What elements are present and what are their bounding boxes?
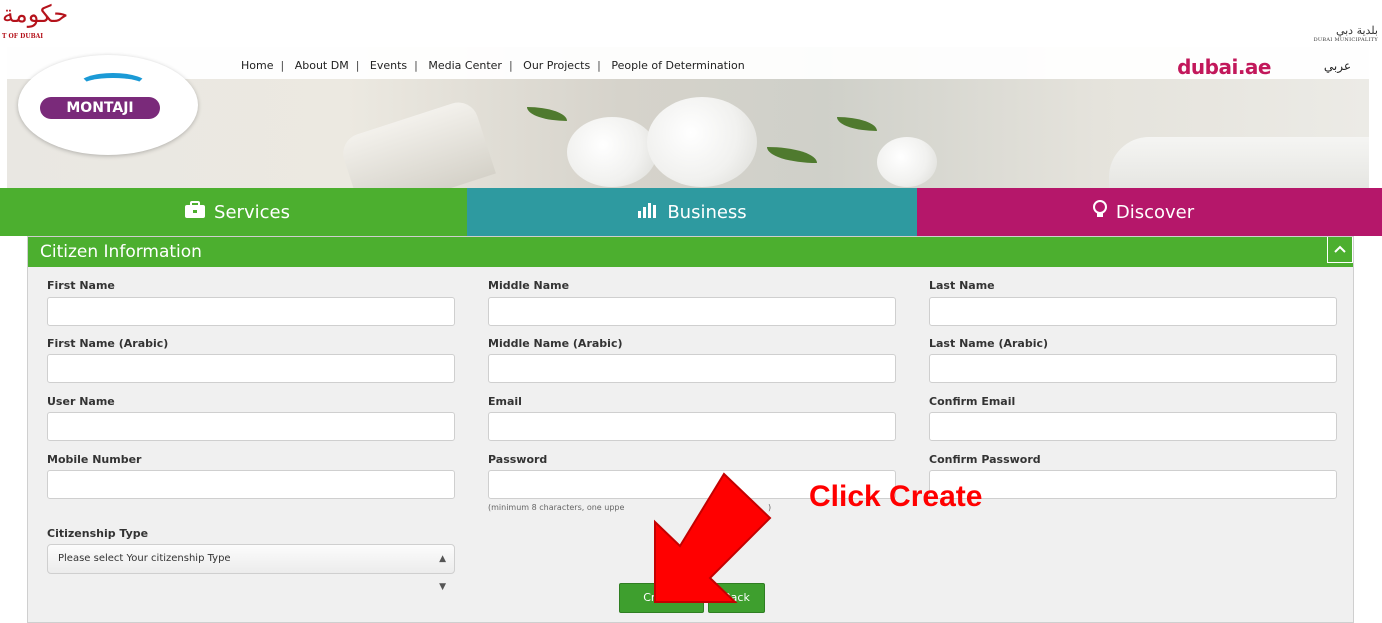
montaji-wordmark: MONTAJI [40, 97, 160, 119]
mobile-number-label: Mobile Number [47, 453, 142, 466]
nav-events[interactable]: Events [370, 59, 407, 72]
lightbulb-icon [1092, 199, 1108, 225]
tab-services[interactable]: Services [7, 188, 467, 236]
banner-flower-decoration [877, 137, 937, 187]
nav-media-center[interactable]: Media Center [428, 59, 502, 72]
middle-name-arabic-input[interactable] [488, 354, 896, 383]
language-switch[interactable]: عربي [1324, 59, 1351, 73]
briefcase-icon [184, 200, 206, 224]
dm-logo-arabic: بلدية دبي [1335, 24, 1378, 37]
citizenship-type-label: Citizenship Type [47, 527, 149, 540]
last-name-input[interactable] [929, 297, 1337, 326]
tab-discover[interactable]: Discover [917, 188, 1369, 236]
tab-discover-label: Discover [1115, 201, 1195, 223]
first-name-arabic-input[interactable] [47, 354, 455, 383]
user-name-input[interactable] [47, 412, 455, 441]
main-category-tabs: Services Business Discover [7, 188, 1369, 236]
gov-logo-arabic: حكومة [2, 0, 69, 28]
panel-title: Citizen Information [28, 237, 1353, 267]
middle-name-arabic-label: Middle Name (Arabic) [488, 337, 623, 350]
click-create-annotation: Click Create [809, 480, 983, 513]
confirm-email-input[interactable] [929, 412, 1337, 441]
tab-bar-left-edge [0, 188, 7, 236]
first-name-input[interactable] [47, 297, 455, 326]
email-label: Email [488, 395, 522, 408]
banner-leaf-decoration [527, 107, 567, 121]
citizenship-selected-value: Please select Your citizenship Type [58, 553, 231, 564]
tab-bar-right-edge [1369, 188, 1382, 236]
password-hint: (minimum 8 characters, one uppe [488, 503, 625, 512]
banner-flower-decoration [647, 97, 757, 187]
logo-swoosh-icon [78, 73, 148, 97]
gov-logo-english: T OF DUBAI [2, 33, 44, 40]
tab-business[interactable]: Business [467, 188, 917, 236]
nav-about-dm[interactable]: About DM [295, 59, 349, 72]
banner-bottle-decoration [338, 97, 496, 188]
user-name-label: User Name [47, 395, 115, 408]
site-header-banner: MONTAJI Home | About DM | Events | Media Ce… [7, 47, 1369, 188]
select-arrows-icon: ▲ ▼ [439, 554, 446, 592]
government-of-dubai-logo[interactable]: حكومة T OF DUBAI [2, 0, 68, 44]
last-name-label: Last Name [929, 279, 995, 292]
mobile-number-input[interactable] [47, 470, 455, 499]
last-name-arabic-label: Last Name (Arabic) [929, 337, 1049, 350]
confirm-email-label: Confirm Email [929, 395, 1016, 408]
last-name-arabic-input[interactable] [929, 354, 1337, 383]
red-arrow-annotation-icon [654, 472, 772, 603]
first-name-label: First Name [47, 279, 115, 292]
nav-people-of-determination[interactable]: People of Determination [611, 59, 744, 72]
email-input[interactable] [488, 412, 896, 441]
tab-business-label: Business [667, 201, 747, 223]
banner-leaf-decoration [837, 117, 877, 131]
password-label: Password [488, 453, 548, 466]
dm-logo-english: DUBAI MUNICIPALITY [1313, 37, 1378, 43]
tab-services-label: Services [214, 201, 290, 223]
dubai-ae-logo[interactable]: dubai.ae [1177, 55, 1271, 79]
banner-leaf-decoration [767, 147, 817, 163]
bar-chart-icon [637, 201, 659, 224]
middle-name-input[interactable] [488, 297, 896, 326]
nav-home[interactable]: Home [241, 59, 273, 72]
dubai-municipality-logo[interactable]: بلدية دبي DUBAI MUNICIPALITY [1314, 24, 1378, 43]
confirm-password-input[interactable] [929, 470, 1337, 499]
citizenship-type-select[interactable]: Please select Your citizenship Type ▲ ▼ [47, 544, 455, 592]
government-top-bar: حكومة T OF DUBAI بلدية دبي DUBAI MUNICIP… [0, 0, 1382, 47]
chevron-up-icon[interactable] [1327, 237, 1353, 263]
montaji-logo[interactable]: MONTAJI [18, 55, 198, 155]
confirm-password-label: Confirm Password [929, 453, 1041, 466]
nav-our-projects[interactable]: Our Projects [523, 59, 590, 72]
middle-name-label: Middle Name [488, 279, 570, 292]
banner-flower-decoration [567, 117, 657, 187]
top-navigation: Home | About DM | Events | Media Center | Ou… [241, 59, 745, 72]
first-name-arabic-label: First Name (Arabic) [47, 337, 169, 350]
banner-towel-decoration [1109, 137, 1369, 188]
